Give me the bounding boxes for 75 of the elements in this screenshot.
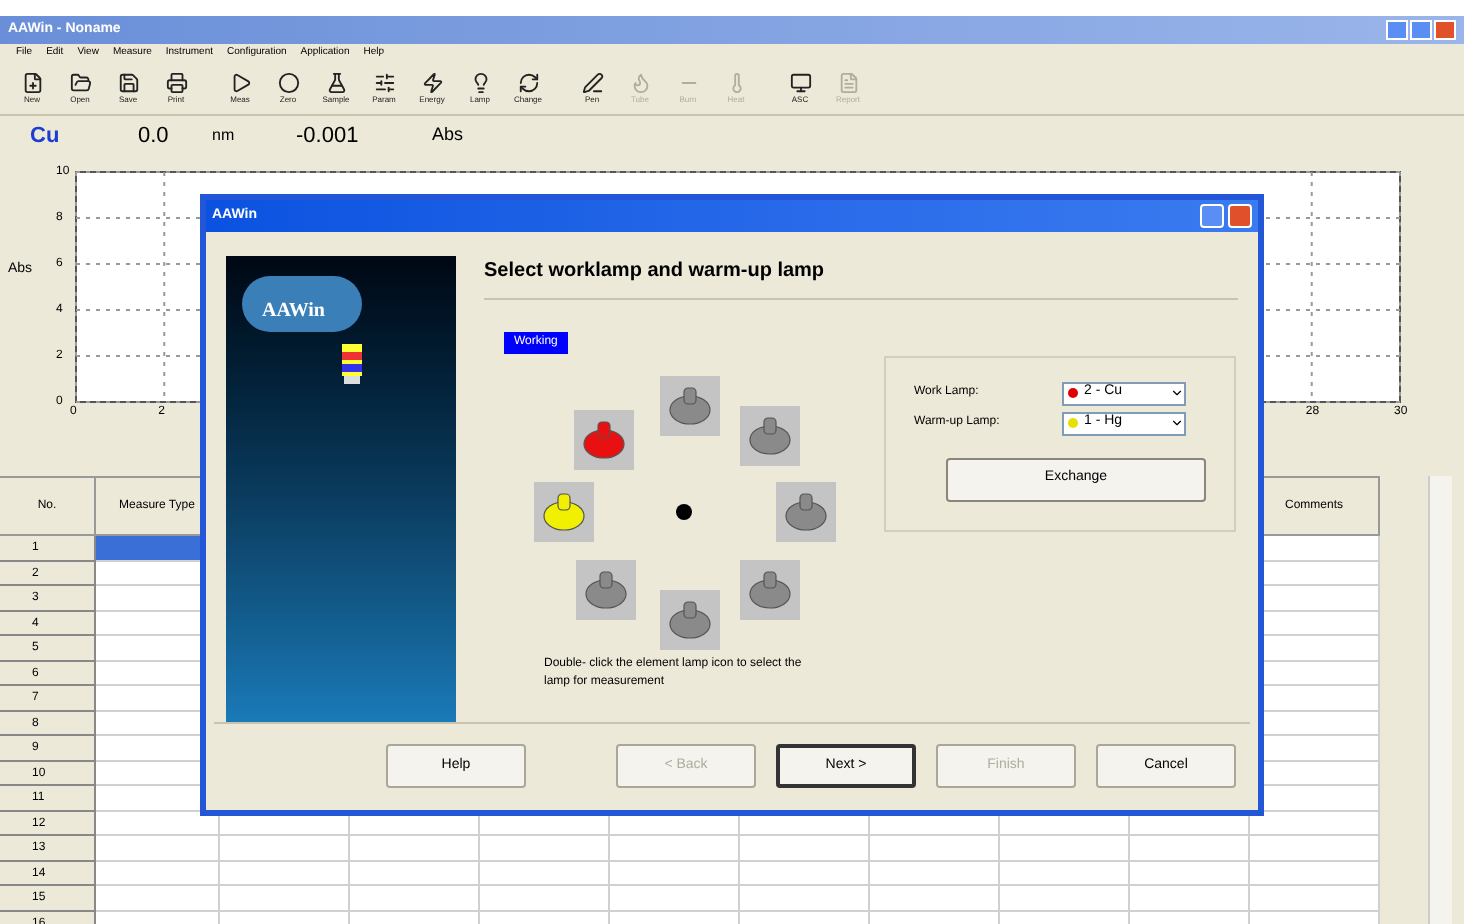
lamp-icon[interactable] [748,415,792,456]
cloud-drawing [242,275,362,332]
table-cell [1130,836,1250,861]
close-button[interactable] [1228,203,1252,228]
circle-icon [277,72,299,94]
table-cell [1000,836,1130,861]
sliders-icon [373,72,395,94]
table-cell [350,836,480,861]
table-cell [1250,886,1380,911]
element-readout: Cu [30,121,62,152]
table-cell [480,886,610,911]
lamp-slot[interactable] [660,375,720,436]
table-cell [220,886,350,911]
table-cell [870,861,1000,886]
table-cell [1130,861,1250,886]
table-cell [350,886,480,911]
table-cell [1000,886,1130,911]
maximize-button[interactable] [1410,20,1432,40]
pen-icon [581,72,603,94]
table-cell [350,861,480,886]
save-icon [117,72,139,94]
refresh-icon [517,72,539,94]
table-cell [480,836,610,861]
flask-icon [325,72,347,94]
table-cell [1130,886,1250,911]
table-cell [480,861,610,886]
table-cell [220,836,350,861]
table-cell [740,886,870,911]
table-cell [1250,861,1380,886]
play-icon [229,72,251,94]
table-cell [870,836,1000,861]
monitor-icon [789,72,811,94]
table-cell [610,886,740,911]
lamp-icon[interactable] [542,491,586,532]
lamp-icon[interactable] [748,569,792,610]
lamp-icon[interactable] [582,419,626,460]
lamp-slot[interactable] [776,481,836,542]
scrollbar[interactable] [1428,476,1452,924]
table-cell [1250,836,1380,861]
close-button[interactable] [1434,20,1456,40]
flame-icon [629,72,651,94]
table-cell [740,836,870,861]
printer-icon [165,72,187,94]
help-button[interactable] [1200,203,1224,228]
lamp-slot[interactable] [574,409,634,470]
dialog-heading: Select worklamp and warm-up lamp [484,257,827,286]
lightning-icon [421,72,443,94]
document-icon [837,72,859,94]
table-cell [1000,861,1130,886]
lamp-slot[interactable] [576,559,636,620]
lamp-slot[interactable] [740,559,800,620]
table-cell [1250,811,1380,836]
lamp-icon[interactable] [668,385,712,426]
table-cell [870,886,1000,911]
wavelength-readout: 0.0 [136,121,171,152]
unit-label: Abs [432,122,464,149]
table-cell [610,861,740,886]
table-cell [740,861,870,886]
lamp-drawing [336,339,368,388]
minimize-button[interactable] [1386,20,1408,40]
lamp-slot[interactable] [660,589,720,650]
lightbulb-icon [469,72,491,94]
absorbance-readout: -0.001 [294,121,361,152]
file-plus-icon [21,72,43,94]
folder-icon [69,72,91,94]
banner-logo: AAWin [262,297,325,326]
turret-center [676,503,692,520]
table-cell [220,861,350,886]
lamp-slot[interactable] [740,405,800,466]
lamp-icon[interactable] [784,491,828,532]
lamp-icon[interactable] [668,599,712,640]
lamp-icon[interactable] [584,569,628,610]
table-cell [610,836,740,861]
unit-label: nm [212,124,237,148]
lamp-slot[interactable] [534,481,594,542]
